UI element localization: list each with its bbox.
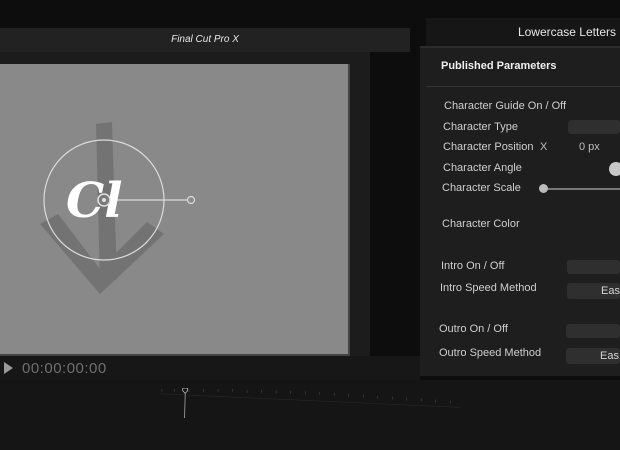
outro-speed-popup[interactable]: Eas: [566, 348, 620, 364]
param-label-outro-speed: Outro Speed Method: [439, 347, 542, 359]
param-label-intro-onoff: Intro On / Off: [441, 260, 505, 272]
outro-onoff-popup[interactable]: [566, 324, 620, 338]
angle-knob-icon[interactable]: [609, 162, 620, 176]
param-label-intro-speed: Intro Speed Method: [440, 282, 537, 294]
section-divider: [426, 86, 620, 87]
position-x-value[interactable]: 0 px: [579, 141, 600, 153]
param-label-guide: Character Guide On / Off: [444, 100, 567, 112]
intro-speed-popup[interactable]: Eas: [567, 283, 620, 299]
center-dot: [102, 198, 106, 202]
position-axis-label: X: [540, 141, 548, 153]
param-label-outro-onoff: Outro On / Off: [439, 323, 508, 335]
playhead-icon[interactable]: [182, 388, 188, 418]
play-icon[interactable]: [4, 362, 13, 374]
param-label-angle: Character Angle: [443, 162, 522, 174]
param-label-color: Character Color: [442, 218, 520, 230]
character-glyph: Cl: [66, 173, 122, 229]
canvas-viewer[interactable]: Cl: [0, 64, 350, 356]
param-label-scale: Character Scale: [442, 182, 521, 194]
inspector-header: Lowercase Letters: [426, 18, 620, 46]
angle-handle[interactable]: [186, 195, 196, 205]
timeline-ruler[interactable]: [0, 388, 620, 418]
character-type-popup[interactable]: [568, 120, 620, 134]
scale-slider-track[interactable]: [540, 188, 620, 190]
scale-slider-thumb[interactable]: [539, 184, 548, 193]
intro-onoff-popup[interactable]: [567, 260, 620, 274]
timecode-display: 00:00:00:00: [22, 360, 107, 377]
param-label-position: Character Position: [443, 141, 534, 153]
section-title[interactable]: Published Parameters: [441, 60, 557, 72]
window-title: Final Cut Pro X: [0, 28, 410, 52]
param-label-type: Character Type: [443, 121, 519, 133]
